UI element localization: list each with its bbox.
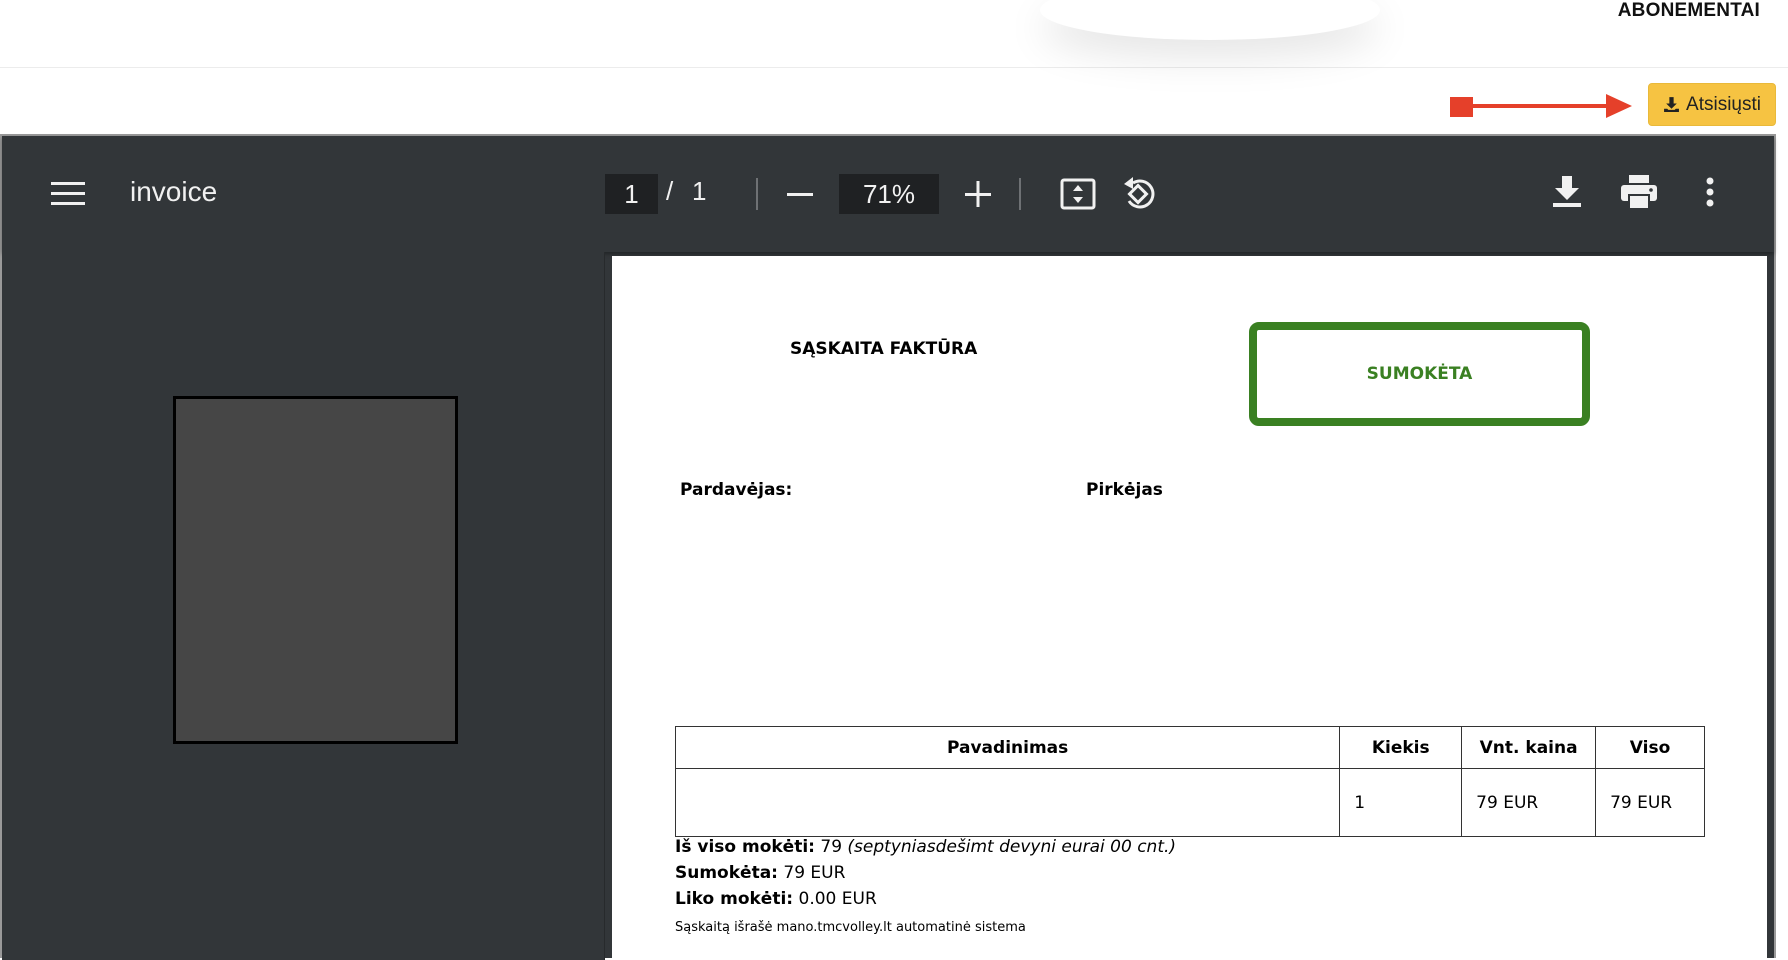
fit-page-button[interactable] bbox=[1056, 172, 1100, 216]
buyer-label: Pirkėjas bbox=[1086, 480, 1163, 500]
plus-icon bbox=[965, 181, 991, 207]
print-icon bbox=[1621, 175, 1657, 209]
page-separator: / bbox=[666, 176, 674, 206]
viewer-download-button[interactable] bbox=[1547, 172, 1587, 212]
page-total: 1 bbox=[692, 176, 707, 206]
zoom-level-input[interactable]: 71% bbox=[839, 174, 939, 214]
toolbar-divider bbox=[1019, 178, 1021, 210]
summary-total-words: (septyniasdešimt devyni eurai 00 cnt.) bbox=[847, 837, 1177, 857]
minus-icon bbox=[787, 193, 813, 196]
paid-stamp-label: SUMOKĖTA bbox=[1366, 364, 1473, 384]
cell-name bbox=[674, 768, 1341, 837]
menu-icon[interactable] bbox=[48, 174, 88, 214]
annotation-arrow-head bbox=[1606, 94, 1632, 118]
seller-label: Pardavėjas: bbox=[680, 480, 793, 500]
paid-stamp: SUMOKĖTA bbox=[1249, 322, 1590, 426]
nav-item-abonementai[interactable]: ABONEMENTAI bbox=[1618, 0, 1760, 22]
zoom-in-button[interactable] bbox=[958, 174, 998, 214]
column-header-total: Viso bbox=[1595, 726, 1705, 769]
more-options-button[interactable] bbox=[1692, 172, 1728, 212]
download-button[interactable]: Atsisiųsti bbox=[1648, 83, 1776, 126]
column-header-unit-price: Vnt. kaina bbox=[1461, 726, 1597, 769]
invoice-table: Pavadinimas Kiekis Vnt. kaina Viso 1 79 … bbox=[674, 726, 1705, 837]
summary-total-label: Iš viso mokėti: bbox=[675, 837, 815, 857]
summary-remaining-value: 0.00 EUR bbox=[798, 889, 877, 909]
annotation-marker bbox=[1450, 97, 1473, 117]
pdf-toolbar: invoice 1 / 1 71% bbox=[2, 136, 1774, 252]
rotate-button[interactable] bbox=[1118, 172, 1162, 216]
zoom-out-button[interactable] bbox=[780, 174, 820, 214]
cell-total: 79 EUR bbox=[1595, 768, 1705, 837]
document-title: invoice bbox=[130, 176, 218, 207]
invoice-footer-note: Sąskaitą išrašė mano.tmcvolley.lt automa… bbox=[675, 920, 1026, 935]
cell-quantity: 1 bbox=[1339, 768, 1463, 837]
fit-page-icon bbox=[1060, 178, 1096, 210]
summary-remaining-label: Liko mokėti: bbox=[675, 889, 794, 909]
print-button[interactable] bbox=[1619, 172, 1659, 212]
more-options-icon bbox=[1706, 177, 1714, 207]
table-row: 1 79 EUR 79 EUR bbox=[674, 768, 1705, 837]
summary-total-value: 79 bbox=[820, 837, 843, 857]
rotate-icon bbox=[1124, 177, 1155, 209]
page-number-input[interactable]: 1 bbox=[605, 174, 658, 214]
dropdown-shadow bbox=[1040, 0, 1380, 40]
summary-total-line: Iš viso mokėti: 79 (septyniasdešimt devy… bbox=[675, 834, 1176, 860]
download-icon bbox=[1664, 97, 1679, 112]
toolbar-divider bbox=[756, 178, 758, 210]
summary-paid-line: Sumokėta: 79 EUR bbox=[675, 860, 1176, 886]
summary-paid-value: 79 EUR bbox=[783, 863, 846, 883]
invoice-heading: SĄSKAITA FAKTŪRA bbox=[790, 339, 978, 359]
annotation-arrow-line bbox=[1473, 104, 1608, 108]
site-header: ABONEMENTAI bbox=[0, 0, 1788, 68]
cell-unit-price: 79 EUR bbox=[1461, 768, 1597, 837]
summary-remaining-line: Liko mokėti: 0.00 EUR bbox=[675, 886, 1176, 912]
pdf-viewer: invoice 1 / 1 71% SĄSKAITA FAKTŪRA SUMOK… bbox=[0, 134, 1776, 960]
summary-paid-label: Sumokėta: bbox=[675, 863, 778, 883]
column-header-name: Pavadinimas bbox=[674, 726, 1341, 769]
thumbnail-sidebar bbox=[2, 252, 605, 960]
download-button-label: Atsisiųsti bbox=[1686, 93, 1761, 115]
download-icon bbox=[1553, 176, 1581, 207]
table-header-row: Pavadinimas Kiekis Vnt. kaina Viso bbox=[674, 726, 1705, 769]
payment-summary: Iš viso mokėti: 79 (septyniasdešimt devy… bbox=[675, 834, 1176, 912]
column-header-quantity: Kiekis bbox=[1339, 726, 1463, 769]
page-thumbnail[interactable] bbox=[173, 396, 458, 744]
document-page: SĄSKAITA FAKTŪRA SUMOKĖTA Pardavėjas: Pi… bbox=[612, 256, 1767, 960]
